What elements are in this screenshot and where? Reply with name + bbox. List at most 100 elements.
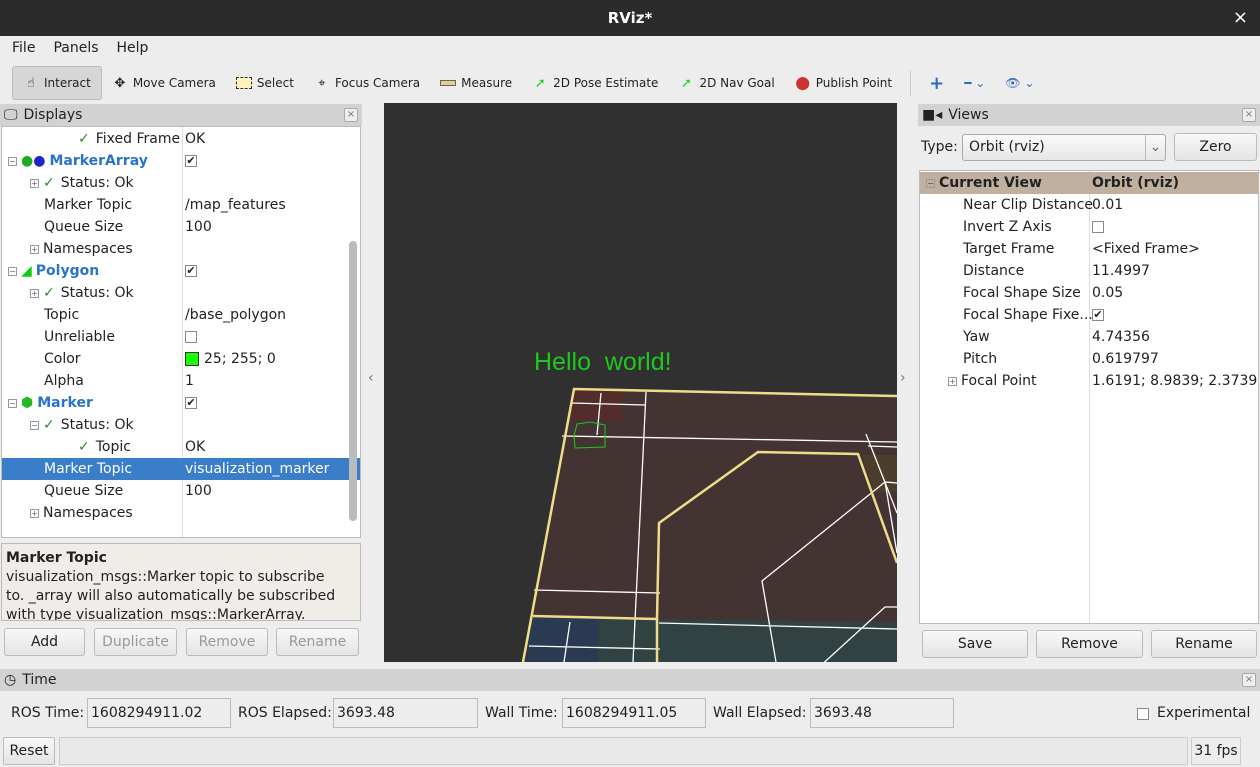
tool-focus-camera[interactable]: ⌖ Focus Camera	[304, 66, 430, 100]
collapse-left-button[interactable]: ‹	[368, 370, 374, 386]
hello-world-text: Hello world!	[534, 348, 672, 376]
display-row[interactable]: + Namespaces	[2, 502, 360, 524]
display-row[interactable]: Alpha 1	[2, 370, 360, 392]
ros-time-field[interactable]: 1608294911.02	[87, 698, 231, 728]
enable-checkbox[interactable]: ✔	[185, 397, 197, 409]
view-property-row[interactable]: Target Frame <Fixed Frame>	[920, 238, 1258, 260]
wall-time-field[interactable]: 1608294911.05	[562, 698, 706, 728]
select-icon	[235, 77, 252, 89]
hand-icon: ☝	[27, 75, 35, 91]
view-property-row[interactable]: Pitch 0.619797	[920, 348, 1258, 370]
display-row[interactable]: Marker Topic/map_features	[2, 194, 360, 216]
tool-measure[interactable]: Measure	[430, 66, 522, 100]
display-row[interactable]: ✓ Topic OK	[2, 436, 360, 458]
display-row[interactable]: ✓ Fixed Frame OK	[2, 128, 360, 150]
zero-button[interactable]: Zero	[1174, 133, 1257, 161]
tool-interact[interactable]: ☝ Interact	[12, 66, 102, 100]
views-header: ■◂ Views ×	[918, 104, 1260, 126]
unreliable-checkbox[interactable]	[185, 331, 197, 343]
expand-icon[interactable]: +	[948, 376, 957, 386]
tool-2d-nav-goal[interactable]: ➚ 2D Nav Goal	[668, 66, 784, 100]
experimental-label: Experimental	[1157, 705, 1251, 721]
display-row[interactable]: + Namespaces	[2, 238, 360, 260]
experimental-checkbox[interactable]	[1137, 706, 1149, 722]
menu-bar: File Panels Help	[0, 36, 1260, 62]
check-icon: ✓	[43, 417, 55, 433]
check-icon: ✓	[78, 439, 90, 455]
remove-view-button[interactable]: Remove	[1036, 630, 1143, 658]
tool-select[interactable]: Select	[226, 66, 304, 100]
close-window-button[interactable]: ×	[1233, 0, 1248, 36]
close-panel-button[interactable]: ×	[1242, 673, 1256, 687]
display-row[interactable]: + ✓ Status: Ok	[2, 282, 360, 304]
view-property-row[interactable]: + Focal Point 1.6191; 8.9839; 2.3739	[920, 370, 1258, 392]
enable-checkbox[interactable]: ✔	[185, 155, 197, 167]
menu-file[interactable]: File	[0, 36, 41, 62]
display-row[interactable]: Queue Size 100	[2, 216, 360, 238]
color-swatch[interactable]	[185, 352, 199, 366]
wall-elapsed-field[interactable]: 3693.48	[810, 698, 954, 728]
expand-icon[interactable]: +	[30, 244, 39, 254]
displays-header: 🖵 Displays ×	[0, 104, 362, 126]
views-panel: ■◂ Views ×	[918, 104, 1260, 126]
expand-icon[interactable]: +	[30, 288, 39, 298]
save-view-button[interactable]: Save	[922, 630, 1028, 658]
duplicate-display-button[interactable]: Duplicate	[94, 628, 177, 656]
view-type-select[interactable]: Orbit (rviz) ⌄	[962, 134, 1166, 161]
status-bar	[59, 737, 1188, 765]
view-property-row[interactable]: Focal Shape Fixe... ✔	[920, 304, 1258, 326]
display-row[interactable]: + ✓ Status: Ok	[2, 172, 360, 194]
remove-tool-button[interactable]: ━ ⌄	[954, 66, 995, 100]
expand-icon[interactable]: −	[8, 156, 17, 166]
displays-panel: 🖵 Displays ×	[0, 104, 362, 126]
tool-2d-pose-estimate[interactable]: ➚ 2D Pose Estimate	[522, 66, 668, 100]
view-property-row[interactable]: Yaw 4.74356	[920, 326, 1258, 348]
expand-icon[interactable]: −	[8, 266, 17, 276]
view-property-row[interactable]: Focal Shape Size 0.05	[920, 282, 1258, 304]
invert-z-checkbox[interactable]	[1092, 221, 1104, 233]
reset-button[interactable]: Reset	[3, 737, 55, 765]
3d-viewport[interactable]: Hello world!	[384, 103, 897, 662]
tool-publish-point[interactable]: ⬤ Publish Point	[785, 66, 902, 100]
description-box: Marker Topic visualization_msgs::Marker …	[1, 543, 361, 621]
close-panel-button[interactable]: ×	[1242, 108, 1256, 122]
scene: Hello world!	[521, 348, 897, 662]
display-row[interactable]: Unreliable	[2, 326, 360, 348]
view-property-row[interactable]: Invert Z Axis	[920, 216, 1258, 238]
display-row[interactable]: Queue Size 100	[2, 480, 360, 502]
display-row[interactable]: − ◢ Polygon ✔	[2, 260, 360, 282]
displays-scrollbar[interactable]	[349, 241, 357, 521]
view-property-row[interactable]: Distance 11.4997	[920, 260, 1258, 282]
display-row[interactable]: Marker Topic visualization_marker	[2, 458, 360, 480]
tool-move-camera[interactable]: ✥ Move Camera	[102, 66, 226, 100]
display-row[interactable]: − ●● MarkerArray ✔	[2, 150, 360, 172]
collapse-right-button[interactable]: ›	[900, 370, 906, 386]
remove-display-button[interactable]: Remove	[186, 628, 268, 656]
close-panel-button[interactable]: ×	[344, 108, 358, 122]
display-row[interactable]: − ✓ Status: Ok	[2, 414, 360, 436]
add-display-button[interactable]: Add	[4, 628, 85, 656]
check-icon: ✓	[43, 175, 55, 191]
expand-icon[interactable]: +	[30, 178, 39, 188]
view-property-row[interactable]: Near Clip Distance 0.01	[920, 194, 1258, 216]
expand-icon[interactable]: +	[30, 508, 39, 518]
menu-help[interactable]: Help	[105, 36, 155, 62]
description-text: visualization_msgs::Marker topic to subs…	[6, 569, 336, 621]
rename-display-button[interactable]: Rename	[276, 628, 359, 656]
focal-shape-fixed-checkbox[interactable]: ✔	[1092, 309, 1104, 321]
display-row[interactable]: − ⬢ Marker ✔	[2, 392, 360, 414]
cube-icon: ⬢	[21, 395, 34, 411]
enable-checkbox[interactable]: ✔	[185, 265, 197, 277]
menu-panels[interactable]: Panels	[41, 36, 104, 62]
green-arrow-icon: ➚	[534, 75, 546, 91]
plus-icon: +	[929, 72, 945, 94]
rename-view-button[interactable]: Rename	[1151, 630, 1257, 658]
display-row[interactable]: Topic/base_polygon	[2, 304, 360, 326]
panel-visibility-button[interactable]: 👁 ⌄	[995, 66, 1044, 100]
ros-elapsed-field[interactable]: 3693.48	[333, 698, 478, 728]
window-title: RViz*	[607, 9, 653, 27]
add-tool-button[interactable]: +	[919, 66, 954, 100]
display-row[interactable]: Color 25; 255; 0	[2, 348, 360, 370]
expand-icon[interactable]: −	[30, 420, 39, 430]
expand-icon[interactable]: −	[8, 398, 17, 408]
